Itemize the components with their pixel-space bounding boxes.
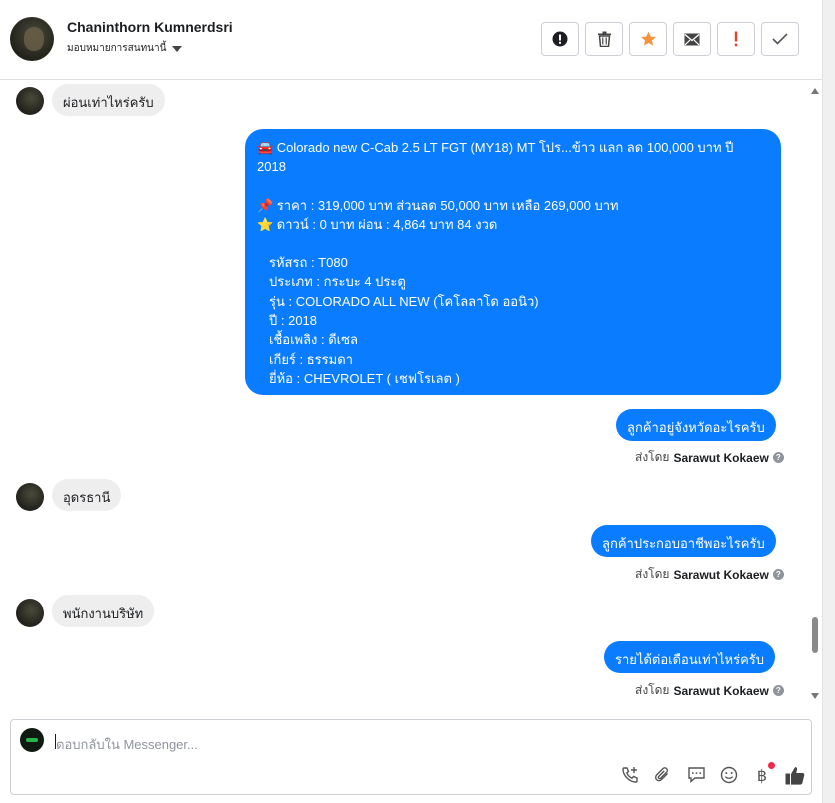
payment-button[interactable]: ฿: [751, 762, 775, 786]
exclamation-icon: [734, 31, 738, 47]
message-line: รุ่น : COLORADO ALL NEW (โคโลลาโด ออนิว): [269, 293, 539, 309]
composer-tools: ฿: [619, 762, 806, 786]
reply-composer[interactable]: ตอบกลับใน Messenger... ฿: [10, 719, 812, 795]
sender-name[interactable]: Sarawut Kokaew: [673, 451, 768, 465]
reply-input[interactable]: ตอบกลับใน Messenger...: [56, 734, 198, 755]
sender-name[interactable]: Sarawut Kokaew: [673, 568, 768, 582]
message-bubble-outgoing: รายได้ต่อเดือนเท่าไหร่ครับ: [604, 641, 776, 673]
help-icon[interactable]: ?: [772, 685, 784, 696]
message-line: ⭐ ดาวน์ : 0 บาท ผ่อน : 4,864 บาท 84 งวด: [257, 216, 498, 232]
mark-unread-button[interactable]: [673, 22, 711, 56]
contact-avatar-small: [16, 483, 44, 511]
like-button[interactable]: [784, 764, 806, 786]
thread-scrollbar[interactable]: [808, 80, 822, 708]
message-line: ปี : 2018: [269, 313, 318, 329]
scroll-thumb[interactable]: [812, 617, 818, 653]
message-bubble-outgoing: ลูกค้าประกอบอาชีพอะไรครับ: [591, 525, 776, 557]
scroll-down-icon[interactable]: [811, 693, 819, 699]
conversation-header: Chaninthorn Kumnerdsri มอบหมายการสนทนานี…: [0, 0, 822, 80]
phone-add-button[interactable]: [619, 764, 641, 786]
follow-up-button[interactable]: [717, 22, 755, 56]
phone-add-icon: [622, 767, 638, 783]
saved-replies-button[interactable]: [685, 764, 707, 786]
message-bubble-outgoing: ลูกค้าอยู่จังหวัดอะไรครับ: [616, 409, 776, 441]
mark-done-button[interactable]: [761, 22, 799, 56]
message-thread: ผ่อนเท่าไหร่ครับ 🚘 Colorado new C-Cab 2.…: [0, 80, 822, 708]
message-bubble-incoming: ผ่อนเท่าไหร่ครับ: [52, 84, 165, 116]
assign-conversation-dropdown[interactable]: มอบหมายการสนทนานี้: [67, 41, 183, 56]
message-line: เกียร์ : ธรรมดา: [269, 351, 353, 367]
attachment-icon: [654, 767, 669, 782]
envelope-icon: [684, 33, 700, 45]
help-icon[interactable]: ?: [772, 452, 784, 463]
message-line: เชื้อเพลิง : ดีเซล: [269, 332, 358, 348]
contact-avatar-small: [16, 87, 44, 115]
message-bubble-incoming: พนักงานบริษัท: [52, 595, 155, 627]
message-bubble-outgoing: 🚘 Colorado new C-Cab 2.5 LT FGT (MY18) M…: [245, 129, 781, 395]
contact-avatar-small: [16, 599, 44, 627]
help-icon[interactable]: ?: [772, 569, 784, 580]
smiley-icon: [720, 766, 738, 784]
window-edge: [822, 0, 835, 803]
delete-button[interactable]: [585, 22, 623, 56]
message-line: 📌 ราคา : 319,000 บาท ส่วนลด 50,000 บาท เ…: [257, 197, 619, 213]
message-line: 2018: [257, 159, 286, 175]
message-line: รหัสรถ : T080: [269, 255, 348, 271]
mark-spam-button[interactable]: [541, 22, 579, 56]
trash-icon: [597, 31, 611, 47]
sent-by-label: ส่งโดย Sarawut Kokaew?: [635, 681, 784, 700]
page-avatar: [20, 728, 44, 752]
contact-avatar[interactable]: [10, 17, 54, 61]
emoji-button[interactable]: [718, 764, 740, 786]
baht-icon: ฿: [756, 765, 768, 785]
sent-by-label: ส่งโดย Sarawut Kokaew?: [635, 448, 784, 467]
scroll-up-icon[interactable]: [811, 88, 819, 94]
thumbs-up-icon: [785, 766, 805, 785]
sender-name[interactable]: Sarawut Kokaew: [673, 684, 768, 698]
attach-button[interactable]: [652, 764, 674, 786]
caret-down-icon: [172, 45, 183, 52]
sent-by-label: ส่งโดย Sarawut Kokaew?: [635, 565, 784, 584]
notification-dot: [768, 762, 775, 769]
check-icon: [772, 33, 788, 45]
message-line: 🚘 Colorado new C-Cab 2.5 LT FGT (MY18) M…: [257, 140, 734, 155]
message-line: ยี่ห้อ : CHEVROLET ( เชฟโรเลต ): [269, 370, 460, 386]
message-line: ประเภท : กระบะ 4 ประตู: [269, 274, 406, 290]
header-actions: [541, 22, 799, 56]
speech-bubble-icon: [687, 767, 705, 784]
alert-circle-icon: [552, 31, 568, 47]
contact-name[interactable]: Chaninthorn Kumnerdsri: [67, 19, 233, 35]
star-icon: [640, 31, 656, 46]
star-button[interactable]: [629, 22, 667, 56]
message-bubble-incoming: อุดรธานี: [52, 479, 122, 511]
assign-label: มอบหมายการสนทนานี้: [67, 43, 167, 54]
